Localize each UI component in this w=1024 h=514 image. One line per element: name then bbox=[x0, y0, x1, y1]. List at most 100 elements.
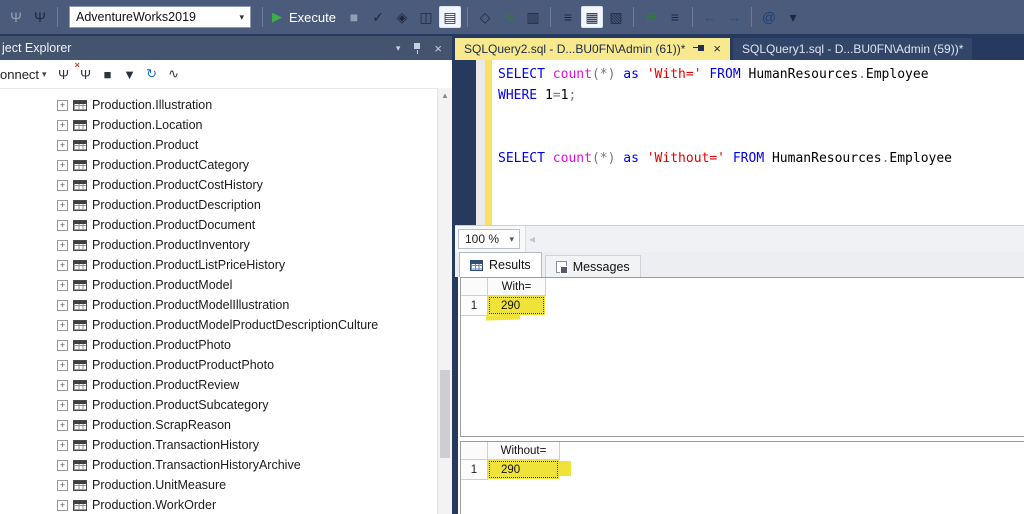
expand-icon[interactable]: + bbox=[57, 139, 68, 151]
expand-icon[interactable]: + bbox=[57, 299, 68, 311]
expand-icon[interactable]: + bbox=[57, 199, 68, 211]
tree-item[interactable]: + Production.Location bbox=[0, 115, 437, 135]
tree-item[interactable]: + Production.ProductSubcategory bbox=[0, 395, 437, 415]
result-value-cell[interactable]: 290 bbox=[488, 460, 571, 479]
tree-item[interactable]: + Production.ScrapReason bbox=[0, 415, 437, 435]
tree-item[interactable]: + Production.ProductListPriceHistory bbox=[0, 255, 437, 275]
grid-corner-cell[interactable] bbox=[461, 278, 488, 296]
grid-corner-cell[interactable] bbox=[461, 442, 488, 460]
expand-icon[interactable]: + bbox=[57, 159, 68, 171]
expand-icon[interactable]: + bbox=[57, 119, 68, 131]
scroll-up-icon[interactable]: ▲ bbox=[438, 88, 452, 103]
database-selector-value: AdventureWorks2019 bbox=[76, 10, 196, 24]
oe-stop-icon: ■ bbox=[103, 66, 112, 82]
result-value-cell[interactable]: 290 bbox=[488, 296, 545, 315]
expand-icon[interactable]: + bbox=[57, 479, 68, 491]
object-explorer-toolbar: onnect ▾ Ψ Ψ × ■ ▼ ↻ ∿ bbox=[0, 60, 452, 89]
horizontal-scrollbar[interactable]: ◂ bbox=[525, 226, 1024, 252]
execute-button[interactable]: ▶ Execute bbox=[272, 9, 336, 25]
column-header[interactable]: With= bbox=[488, 278, 546, 296]
expand-icon[interactable]: + bbox=[57, 219, 68, 231]
results-to-text-icon[interactable]: ≡ bbox=[557, 6, 579, 28]
connect-dropdown[interactable]: onnect bbox=[0, 67, 39, 82]
tree-scrollbar[interactable]: ▲ bbox=[437, 88, 452, 514]
tree-item[interactable]: + Production.ProductCostHistory bbox=[0, 175, 437, 195]
expand-icon[interactable]: + bbox=[57, 499, 68, 511]
expand-icon[interactable]: + bbox=[57, 339, 68, 351]
expand-icon[interactable]: + bbox=[57, 359, 68, 371]
live-query-stats-icon[interactable]: ∿ bbox=[498, 6, 520, 28]
comment-icon[interactable]: ≣ bbox=[640, 6, 662, 28]
tree-item[interactable]: + Production.Product bbox=[0, 135, 437, 155]
tab-sqlquery2[interactable]: SQLQuery2.sql - D...BU0FN\Admin (61))* × bbox=[455, 38, 730, 60]
tree-item[interactable]: + Production.TransactionHistoryArchive bbox=[0, 455, 437, 475]
tree-item[interactable]: + Production.ProductReview bbox=[0, 375, 437, 395]
toolbar-separator bbox=[691, 7, 693, 27]
tree-item-label: Production.Illustration bbox=[92, 98, 213, 112]
expand-icon[interactable]: + bbox=[57, 459, 68, 471]
tab-sqlquery1[interactable]: SQLQuery1.sql - D...BU0FN\Admin (59))* bbox=[733, 38, 973, 60]
table-icon bbox=[73, 179, 87, 191]
expand-icon[interactable]: + bbox=[57, 399, 68, 411]
expand-icon[interactable]: + bbox=[57, 99, 68, 111]
tree-item[interactable]: + Production.Illustration bbox=[0, 95, 437, 115]
results-to-grid-icon[interactable]: ▦ bbox=[580, 6, 603, 28]
code-area[interactable]: SELECT count(*) as 'With=' FROM HumanRes… bbox=[492, 60, 1024, 225]
oe-connect-icon[interactable]: Ψ bbox=[54, 63, 74, 85]
tree-item[interactable]: + Production.ProductDocument bbox=[0, 215, 437, 235]
window-menu-icon[interactable]: ▾ bbox=[396, 43, 401, 54]
tree-item[interactable]: + Production.TransactionHistory bbox=[0, 435, 437, 455]
actual-plan-icon[interactable]: ◇ bbox=[474, 6, 496, 28]
uncomment-icon[interactable]: ≡ bbox=[664, 6, 686, 28]
tree-item[interactable]: + Production.ProductModelIllustration bbox=[0, 295, 437, 315]
tree-item-label: Production.WorkOrder bbox=[92, 498, 217, 512]
table-icon bbox=[73, 299, 87, 311]
tree-item[interactable]: + Production.ProductInventory bbox=[0, 235, 437, 255]
expand-icon[interactable]: + bbox=[57, 239, 68, 251]
tab-results[interactable]: Results bbox=[459, 252, 542, 277]
database-selector[interactable]: AdventureWorks2019 ▾ bbox=[69, 6, 251, 28]
parse-query-icon[interactable]: ✓ bbox=[367, 6, 389, 28]
decrease-indent-icon[interactable]: ← bbox=[699, 6, 721, 28]
pin-icon[interactable] bbox=[412, 42, 422, 55]
oe-disconnect-icon[interactable]: Ψ × bbox=[75, 60, 96, 85]
zoom-selector[interactable]: 100 % ▾ bbox=[458, 229, 520, 249]
row-number-cell[interactable]: 1 bbox=[461, 296, 488, 316]
toolbar-overflow-icon[interactable]: ▾ bbox=[782, 6, 804, 28]
specify-template-values-icon[interactable]: @ bbox=[758, 6, 780, 28]
expand-icon[interactable]: + bbox=[57, 439, 68, 451]
expand-icon[interactable]: + bbox=[57, 179, 68, 191]
tree-item[interactable]: + Production.ProductPhoto bbox=[0, 335, 437, 355]
scrollbar-thumb[interactable] bbox=[440, 370, 450, 458]
increase-indent-icon[interactable]: → bbox=[723, 6, 745, 28]
tree-item[interactable]: + Production.ProductProductPhoto bbox=[0, 355, 437, 375]
query-options-icon[interactable]: ◫ bbox=[415, 6, 437, 28]
client-statistics-icon[interactable]: ▥ bbox=[522, 6, 544, 28]
change-connection-icon[interactable]: Ψ bbox=[29, 6, 51, 28]
expand-icon[interactable]: + bbox=[57, 419, 68, 431]
intellisense-enabled-icon[interactable]: ▤ bbox=[438, 6, 461, 28]
tree-item[interactable]: + Production.UnitMeasure bbox=[0, 475, 437, 495]
pin-icon[interactable] bbox=[693, 44, 705, 55]
activity-monitor-icon[interactable]: ∿ bbox=[164, 63, 184, 85]
row-number-cell[interactable]: 1 bbox=[461, 460, 488, 480]
close-icon[interactable]: × bbox=[713, 42, 721, 55]
expand-icon[interactable]: + bbox=[57, 379, 68, 391]
table-icon bbox=[73, 239, 87, 251]
tab-messages[interactable]: Messages bbox=[544, 255, 641, 277]
column-header[interactable]: Without= bbox=[488, 442, 560, 460]
close-icon[interactable]: × bbox=[434, 41, 442, 56]
results-to-file-icon[interactable]: ▧ bbox=[605, 6, 627, 28]
tree-item[interactable]: + Production.ProductDescription bbox=[0, 195, 437, 215]
estimated-plan-icon[interactable]: ◈ bbox=[391, 6, 413, 28]
oe-refresh-icon[interactable]: ↻ bbox=[142, 63, 162, 85]
tree-item[interactable]: + Production.ProductModel bbox=[0, 275, 437, 295]
expand-icon[interactable]: + bbox=[57, 279, 68, 291]
tree-item[interactable]: + Production.ProductCategory bbox=[0, 155, 437, 175]
tree-item-label: Production.TransactionHistoryArchive bbox=[92, 458, 301, 472]
expand-icon[interactable]: + bbox=[57, 259, 68, 271]
scroll-left-icon[interactable]: ◂ bbox=[526, 232, 535, 246]
expand-icon[interactable]: + bbox=[57, 319, 68, 331]
tree-item[interactable]: + Production.WorkOrder bbox=[0, 495, 437, 514]
tree-item[interactable]: + Production.ProductModelProductDescripti… bbox=[0, 315, 437, 335]
